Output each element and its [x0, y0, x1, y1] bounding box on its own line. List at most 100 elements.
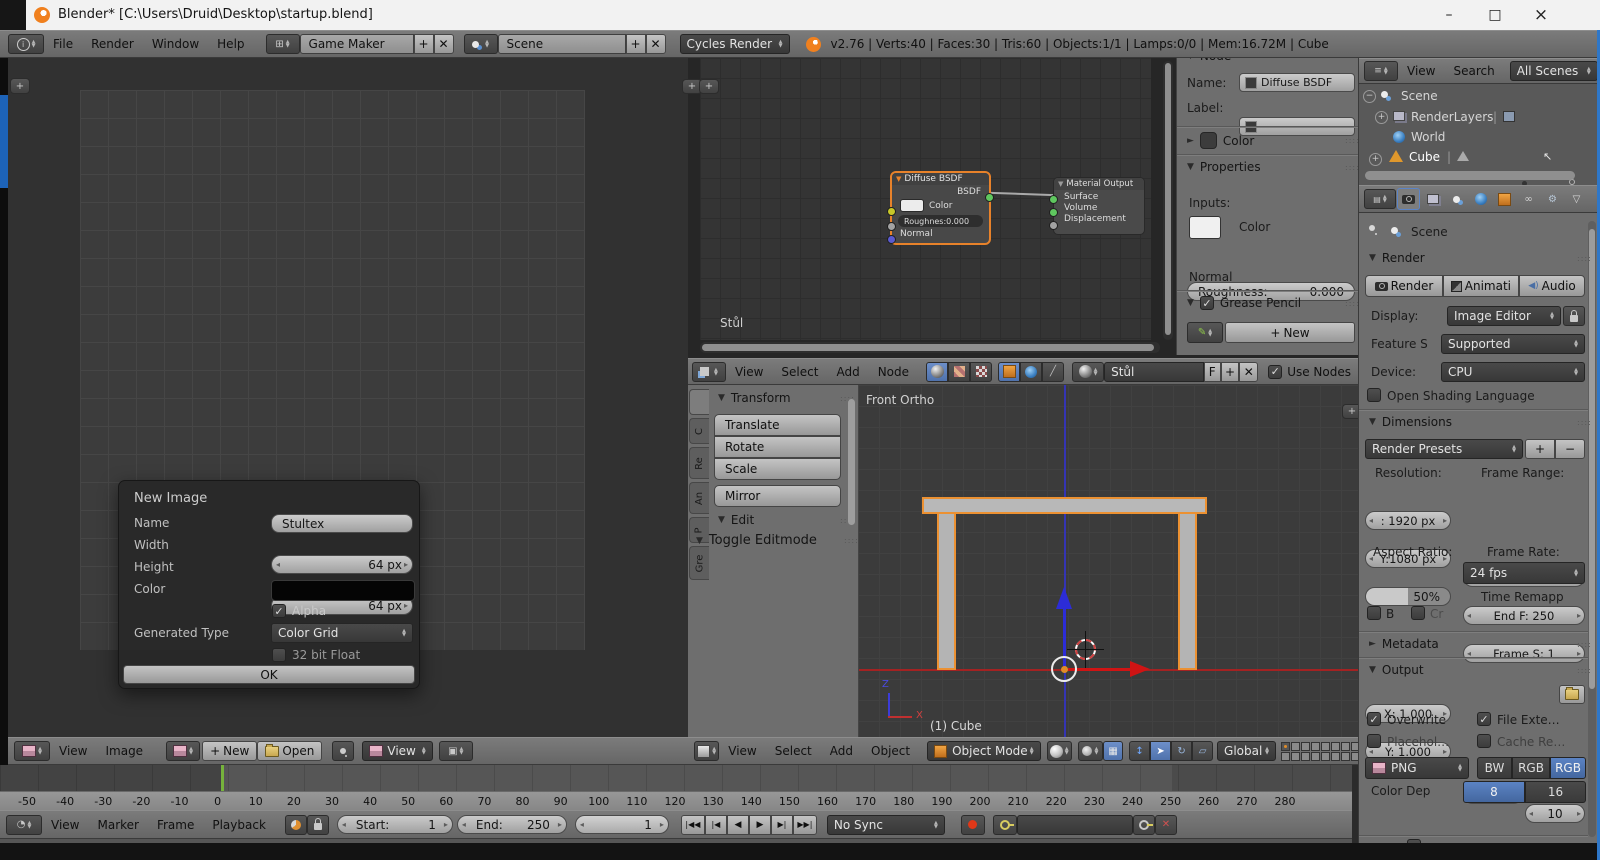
tl-menu-playback[interactable]: Playback	[203, 818, 275, 832]
end-frame-field[interactable]: ◂ End: 250 ▸	[456, 815, 567, 834]
animation-button[interactable]: Animati	[1443, 275, 1519, 297]
grease-pencil-mode-button[interactable]: ✎ ▲ ▼	[1187, 322, 1223, 343]
timeline-canvas[interactable]	[0, 765, 1352, 791]
outliner-expand-cube[interactable]: +	[1369, 153, 1382, 166]
outliner-expand-scene[interactable]: −	[1363, 90, 1376, 103]
node-panel-header[interactable]: ▼Node	[1187, 58, 1231, 63]
grease-pencil-new-button[interactable]: + New	[1225, 322, 1355, 343]
table-top[interactable]	[922, 497, 1207, 514]
bsdf-output-socket[interactable]	[985, 193, 994, 202]
screen-layout-add-button[interactable]: +	[413, 34, 434, 54]
screen-layout-delete-button[interactable]: ✕	[433, 34, 454, 54]
ok-button[interactable]: OK	[123, 665, 415, 684]
texture-tree-button[interactable]	[948, 361, 971, 382]
uv-snap-button[interactable]: ▣ ▲ ▼	[438, 741, 473, 761]
outliner-menu-view[interactable]: View	[1398, 64, 1444, 78]
outliner-item-cube[interactable]: Cube	[1409, 150, 1440, 164]
display-select[interactable]: Image Editor ▲ ▼	[1447, 306, 1561, 326]
alpha-checkbox[interactable]: ✓	[272, 604, 286, 618]
dimensions-panel-header[interactable]: ▼ Dimensions::::	[1369, 415, 1591, 429]
tl-menu-marker[interactable]: Marker	[88, 818, 147, 832]
node-menu-node[interactable]: Node	[869, 365, 918, 379]
image-new-button[interactable]: + New	[202, 741, 258, 761]
scale-button[interactable]: Scale	[714, 458, 841, 480]
editor-type-properties-button[interactable]: ▤ ▲ ▼	[1364, 189, 1396, 209]
material-datablock-button[interactable]: ▲ ▼	[1072, 361, 1105, 382]
grease-pencil-checkbox[interactable]: ✓	[1199, 296, 1214, 310]
shader-tree-button[interactable]	[926, 361, 949, 382]
toolbar-tab-create[interactable]: C	[689, 418, 709, 444]
outliner-item-scene[interactable]: Scene	[1401, 89, 1438, 103]
manipulator-scale-button[interactable]: ▱	[1192, 741, 1214, 761]
properties-panel-header[interactable]: ▼ Properties::::	[1187, 160, 1359, 174]
node-menu-add[interactable]: Add	[827, 365, 868, 379]
screen-layout-field[interactable]: Game Maker	[299, 34, 414, 54]
color-swatch[interactable]	[271, 580, 415, 601]
overwrite-checkbox[interactable]: ✓	[1367, 712, 1381, 726]
edit-panel-header[interactable]: ▼Edit::::	[718, 513, 854, 527]
color-panel-swatch[interactable]	[1199, 132, 1217, 149]
world-shader-button[interactable]	[1020, 361, 1043, 382]
uv-menu-view[interactable]: View	[50, 744, 96, 758]
vp-menu-select[interactable]: Select	[766, 744, 821, 758]
output-displacement-socket[interactable]	[1049, 221, 1058, 230]
pin-button[interactable]	[332, 741, 355, 761]
node-collapse-icon[interactable]: ▼	[896, 175, 901, 183]
border-checkbox[interactable]	[1367, 606, 1381, 620]
tab-render[interactable]	[1397, 188, 1420, 210]
play-button[interactable]: ▶	[748, 814, 771, 835]
editor-type-3d-button[interactable]: ▲ ▼	[694, 741, 720, 761]
float-checkbox[interactable]	[272, 648, 286, 662]
layers-widget[interactable]	[1280, 741, 1360, 761]
lineset-shader-button[interactable]: ╱	[1042, 361, 1065, 382]
close-button[interactable]: ×	[1518, 0, 1564, 30]
menu-help[interactable]: Help	[208, 37, 253, 51]
placeholders-checkbox[interactable]	[1367, 734, 1381, 748]
file-format-select[interactable]: PNG ▲ ▼	[1365, 757, 1469, 779]
rotate-button[interactable]: Rotate	[714, 436, 841, 458]
menu-file[interactable]: File	[44, 37, 82, 51]
manipulator-translate-button[interactable]: ➤	[1150, 741, 1172, 761]
toolbar-scrollbar[interactable]	[848, 399, 855, 525]
tab-modifiers[interactable]: ⚙	[1541, 188, 1564, 210]
orientation-select[interactable]: Global ▲ ▼	[1217, 741, 1276, 761]
node-canvas[interactable]: Stůl ▼ Diffuse BSDF BSDF Color Roughnes:0…	[700, 58, 1151, 340]
manipulator-axis-button[interactable]: ↕	[1129, 741, 1151, 761]
outliner-filter-select[interactable]: All Scenes ▲ ▼	[1509, 61, 1598, 81]
diffuse-color-socket[interactable]	[887, 207, 896, 216]
input-color-swatch[interactable]	[1189, 216, 1221, 239]
output-path-browse-button[interactable]	[1559, 685, 1585, 704]
material-name-field[interactable]: Stůl	[1104, 361, 1204, 382]
resolution-x-field[interactable]: ◂: 1920 px ▸	[1365, 511, 1451, 530]
remap-new-field[interactable]: ◂ 10 ▸	[1525, 804, 1585, 823]
node-horizontal-scrollbar[interactable]	[700, 342, 1160, 353]
diffuse-normal-socket[interactable]	[887, 235, 896, 244]
material-unlink-button[interactable]: ✕	[1239, 361, 1259, 382]
device-select[interactable]: CPU ▲ ▼	[1441, 362, 1585, 382]
audio-button[interactable]: ◀) Audio	[1519, 275, 1585, 297]
render-presets-select[interactable]: Render Presets ▲ ▼	[1365, 439, 1523, 459]
delete-keyframe-button[interactable]: ✕	[1154, 814, 1177, 835]
keying-set-field[interactable]	[1016, 814, 1133, 835]
editor-type-info-button[interactable]: i ▲ ▼	[8, 34, 44, 54]
render-panel-header[interactable]: ▼ Render::::	[1369, 251, 1591, 265]
snap-button[interactable]: ▦	[1103, 741, 1124, 761]
channels-rgb-button[interactable]: RGB	[1512, 757, 1550, 779]
menu-render[interactable]: Render	[82, 37, 143, 51]
uv-view-mode-select[interactable]: View ▲ ▼	[362, 741, 433, 761]
manipulator-z-arrow[interactable]	[1056, 587, 1072, 609]
node-menu-view[interactable]: View	[726, 365, 772, 379]
table-left-leg[interactable]	[937, 512, 956, 670]
shading-select[interactable]: ▲ ▼	[1046, 741, 1072, 761]
scene-field[interactable]: Scene	[497, 34, 626, 54]
next-keyframe-button[interactable]: ▶|	[770, 814, 793, 835]
outliner-expand-renderlayers[interactable]: +	[1375, 111, 1388, 124]
tab-data[interactable]: ▽	[1565, 188, 1588, 210]
grease-pencil-panel-header[interactable]: ▼ ✓ Grease Pencil::::	[1187, 296, 1359, 310]
uv-menu-image[interactable]: Image	[96, 744, 152, 758]
channels-rgba-button[interactable]: RGB	[1550, 757, 1586, 779]
outliner-item-world[interactable]: World	[1411, 130, 1445, 144]
timeline-ruler[interactable]: -50 -40 -30 -20 -10 0 10 20 30 40 50 60 70 80 90 100 110…	[0, 791, 1352, 811]
editor-type-image-button[interactable]: ▲ ▼	[14, 741, 50, 761]
node-toolbar-expand-button[interactable]: +	[699, 79, 719, 94]
